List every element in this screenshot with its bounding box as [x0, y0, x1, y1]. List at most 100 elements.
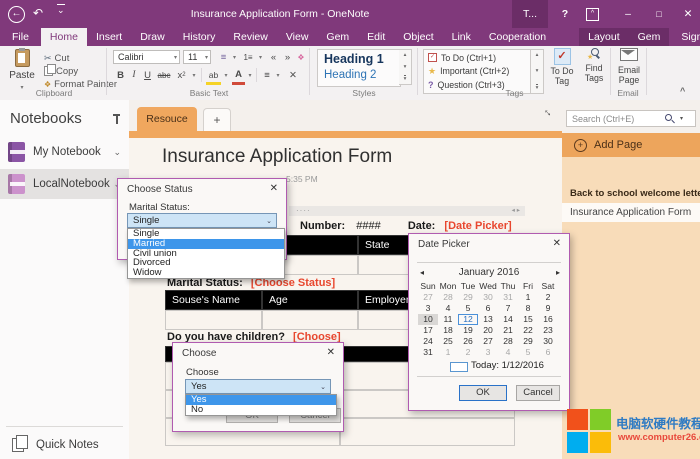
calendar-day[interactable]: 1	[518, 292, 538, 303]
calendar-day[interactable]: 3	[478, 347, 498, 358]
numbering-dropdown[interactable]: ▾	[257, 50, 264, 64]
option-no[interactable]: No	[186, 405, 336, 415]
tab-object[interactable]: Object	[394, 28, 442, 46]
calendar-day[interactable]: 1	[438, 347, 458, 358]
choose-combo[interactable]: Yes ⌄	[185, 379, 331, 394]
tags-scroll-up-icon[interactable]: ▴	[536, 52, 539, 58]
minimize-button[interactable]: –	[614, 0, 642, 28]
add-page-button[interactable]: + Add Page	[562, 133, 700, 157]
calendar-day[interactable]: 18	[438, 325, 458, 336]
close-icon[interactable]: ✕	[553, 238, 561, 249]
format-eraser-button[interactable]: ❖	[295, 50, 307, 64]
ribbon-display-options-button[interactable]: ^	[586, 8, 599, 21]
calendar-day[interactable]: 10	[418, 314, 438, 325]
tab-draw[interactable]: Draw	[131, 28, 174, 46]
styles-scroll[interactable]: ▴ ▾ ▾	[399, 49, 412, 85]
cut-button[interactable]: ✂ Cut	[44, 52, 69, 64]
calendar-day[interactable]: 28	[438, 292, 458, 303]
calendar-day[interactable]: 29	[458, 292, 478, 303]
font-color-button[interactable]: A	[232, 68, 245, 85]
calendar-day[interactable]: 2	[538, 292, 558, 303]
tag-important[interactable]: ★ Important (Ctrl+2)	[424, 65, 530, 78]
search-input[interactable]	[567, 114, 664, 124]
calendar-day[interactable]: 6	[478, 303, 498, 314]
calendar-day[interactable]: 4	[498, 347, 518, 358]
search-scope-dropdown-icon[interactable]: ▾	[680, 115, 683, 122]
style-heading2[interactable]: Heading 2	[324, 69, 376, 81]
find-tags-button[interactable]: ★ Find Tags	[580, 48, 608, 83]
sidebar-item-local-notebook[interactable]: LocalNotebook ⌄	[0, 169, 129, 199]
search-box[interactable]: ▾	[566, 110, 696, 127]
paragraph-align-button[interactable]: ≡	[260, 68, 274, 82]
tab-gem-2[interactable]: Gem	[629, 28, 670, 46]
calendar-day[interactable]: 15	[518, 314, 538, 325]
tab-link[interactable]: Link	[443, 28, 480, 46]
calendar-day[interactable]: 5	[518, 347, 538, 358]
calendar-day[interactable]: 2	[458, 347, 478, 358]
calendar-day[interactable]: 19	[458, 325, 478, 336]
underline-button[interactable]: U	[141, 68, 154, 82]
italic-button[interactable]: I	[128, 68, 140, 82]
calendar-day[interactable]: 29	[518, 336, 538, 347]
sidebar-item-my-notebook[interactable]: My Notebook ⌄	[0, 137, 129, 167]
tab-cooperation[interactable]: Cooperation	[480, 28, 555, 46]
page-title[interactable]: Insurance Application Form	[162, 146, 392, 168]
collapse-ribbon-button[interactable]: ^	[680, 86, 685, 96]
calendar-day[interactable]: 14	[498, 314, 518, 325]
section-tab-resouce[interactable]: Resouce	[137, 107, 197, 131]
bullets-button[interactable]: ≡	[216, 50, 231, 64]
calendar-day[interactable]: 25	[438, 336, 458, 347]
calendar-day[interactable]: 28	[498, 336, 518, 347]
styles-more-icon[interactable]: ▾	[404, 75, 407, 82]
number-value[interactable]: ####	[356, 220, 380, 232]
email-page-button[interactable]: Email Page	[613, 48, 645, 85]
tab-history[interactable]: History	[174, 28, 225, 46]
calendar-day[interactable]: 6	[538, 347, 558, 358]
container-handle[interactable]: ···· ◂ ▸	[289, 206, 525, 216]
quick-notes-button[interactable]: Quick Notes	[0, 430, 129, 459]
calendar-day[interactable]: 9	[538, 303, 558, 314]
calendar-day[interactable]: 30	[478, 292, 498, 303]
marital-status-combo[interactable]: Single ⌄	[127, 213, 277, 228]
copy-button[interactable]: Copy	[44, 65, 78, 77]
cancel-button[interactable]: Cancel	[516, 385, 560, 401]
strikethrough-button[interactable]: abc	[155, 68, 173, 82]
bold-button[interactable]: B	[114, 68, 127, 82]
styles-scroll-down-icon[interactable]: ▾	[404, 64, 407, 70]
font-size-combo[interactable]: 11 ▾	[183, 50, 211, 64]
paste-button[interactable]: Paste ▾	[5, 49, 39, 91]
font-color-dropdown[interactable]: ▾	[246, 68, 254, 82]
calendar-day[interactable]: 11	[438, 314, 458, 325]
table-cell[interactable]	[165, 310, 262, 330]
styles-scroll-up-icon[interactable]: ▴	[404, 52, 407, 58]
calendar-day[interactable]: 23	[538, 325, 558, 336]
tab-file[interactable]: File	[0, 28, 41, 46]
increase-indent-button[interactable]: »	[281, 50, 294, 64]
sign-in-button[interactable]: Sign in	[669, 28, 700, 46]
ok-button[interactable]: OK	[459, 385, 507, 401]
tab-review[interactable]: Review	[224, 28, 276, 46]
numbering-button[interactable]: 1≡	[240, 50, 256, 64]
tab-insert[interactable]: Insert	[87, 28, 131, 46]
subscript-button[interactable]: x2	[174, 68, 189, 82]
highlight-dropdown[interactable]: ▾	[222, 68, 230, 82]
tab-edit[interactable]: Edit	[358, 28, 394, 46]
calendar-day[interactable]: 3	[418, 303, 438, 314]
style-heading1[interactable]: Heading 1	[324, 52, 384, 66]
truncated-addin-button[interactable]: T...	[512, 0, 548, 28]
calendar-day[interactable]: 5	[458, 303, 478, 314]
tab-view[interactable]: View	[277, 28, 318, 46]
calendar-day[interactable]: 30	[538, 336, 558, 347]
clear-formatting-button[interactable]: ✕	[286, 68, 300, 82]
page-list-item[interactable]: Back to school welcome letter	[562, 185, 700, 203]
calendar-day[interactable]: 8	[518, 303, 538, 314]
close-icon[interactable]: ✕	[270, 183, 278, 194]
date-picker-link[interactable]: [Date Picker]	[444, 220, 511, 232]
font-name-combo[interactable]: Calibri ▾	[113, 50, 180, 64]
table-cell[interactable]	[340, 418, 515, 446]
calendar-day[interactable]: 21	[498, 325, 518, 336]
calendar-day[interactable]: 13	[478, 314, 498, 325]
tab-home[interactable]: Home	[41, 28, 87, 46]
today-label[interactable]: Today: 1/12/2016	[471, 360, 544, 371]
calendar-day[interactable]: 12	[458, 314, 478, 325]
